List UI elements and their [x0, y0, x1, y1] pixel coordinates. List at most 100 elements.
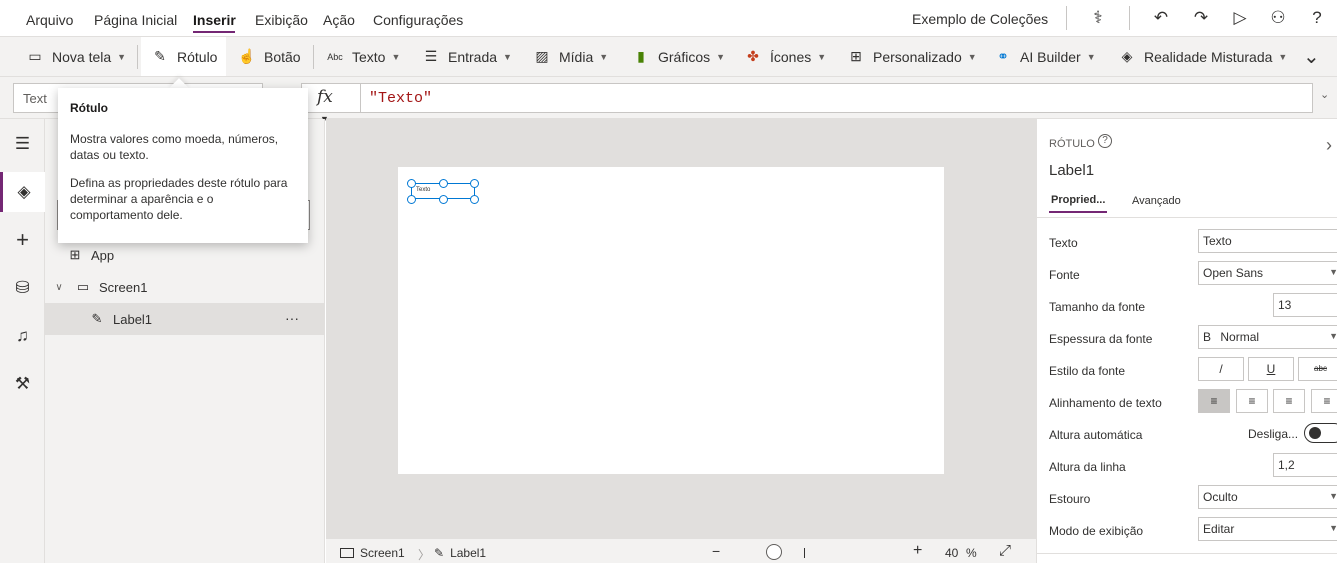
menu-configuracoes[interactable]: Configurações	[373, 12, 463, 28]
prop-fonte-value: Open Sans	[1203, 266, 1264, 280]
label-edit-icon: ✎	[434, 546, 445, 560]
data-cylinder-icon[interactable]: ⛁	[0, 268, 45, 308]
chevron-down-icon: ▼	[1329, 267, 1337, 277]
resize-handle[interactable]	[470, 195, 479, 204]
menu-inserir[interactable]: Inserir	[193, 12, 236, 28]
italic-button[interactable]: /	[1198, 357, 1244, 381]
font-weight-icon: B	[1203, 330, 1212, 344]
align-right-icon: ≡	[1285, 394, 1293, 408]
zoom-slider-tick	[804, 548, 805, 558]
align-left-icon: ≡	[1210, 394, 1218, 408]
strikethrough-button[interactable]: abc	[1298, 357, 1337, 381]
chevron-down-icon: ▼	[716, 51, 726, 62]
botao-button[interactable]: ☝ Botão	[238, 37, 300, 76]
prop-altura-linha-input[interactable]: 1,2	[1273, 453, 1337, 477]
label-edit-icon: ✎	[154, 48, 166, 64]
align-center-icon: ≡	[1248, 394, 1256, 408]
tab-properties[interactable]: Propried...	[1051, 194, 1105, 206]
align-left-button[interactable]: ≡	[1198, 389, 1230, 413]
help-icon[interactable]: ?	[1098, 134, 1112, 148]
menu-pagina-inicial[interactable]: Página Inicial	[94, 12, 177, 28]
tree-item-app[interactable]: ⊞ App	[45, 239, 325, 271]
prop-fonte-dropdown[interactable]: Open Sans ▼	[1198, 261, 1337, 285]
prop-espessura-label: Espessura da fonte	[1049, 332, 1153, 346]
app-checker-icon[interactable]: ⚕	[1088, 8, 1108, 28]
more-options-icon[interactable]: ···	[285, 310, 299, 326]
app-grid-icon: ⊞	[69, 247, 81, 262]
label-control-text: Texto	[416, 187, 431, 193]
divider	[1037, 553, 1337, 554]
button-cursor-icon: ☝	[238, 48, 256, 64]
tree-item-app-label: App	[91, 247, 115, 263]
entrada-label: Entrada	[448, 48, 498, 65]
align-justify-button[interactable]: ≡	[1311, 389, 1337, 413]
ribbon-more-button[interactable]: ⌄	[1303, 37, 1320, 76]
zoom-in-button[interactable]: +	[913, 542, 922, 560]
menu-acao[interactable]: Ação	[323, 12, 355, 28]
personalizado-button[interactable]: ⊞ Personalizado ▼	[847, 37, 977, 76]
resize-handle[interactable]	[407, 179, 416, 188]
rotulo-button[interactable]: ✎ Rótulo	[141, 37, 226, 76]
redo-icon[interactable]: ↷	[1191, 8, 1211, 28]
chevron-down-icon: ▼	[1329, 491, 1337, 501]
prop-tamanho-input[interactable]: 13	[1273, 293, 1337, 317]
menu-arquivo[interactable]: Arquivo	[26, 12, 73, 28]
prop-estouro-label: Estouro	[1049, 492, 1091, 506]
chevron-down-icon: ▼	[817, 51, 827, 62]
help-icon[interactable]: ?	[1307, 8, 1327, 28]
share-user-icon[interactable]: ⚇	[1268, 8, 1288, 28]
entrada-button[interactable]: ☰ Entrada ▼	[422, 37, 512, 76]
control-name[interactable]: Label1	[1049, 162, 1094, 179]
hamburger-icon[interactable]: ☰	[0, 124, 45, 164]
chevron-down-icon: ▼	[503, 51, 512, 62]
resize-handle[interactable]	[439, 195, 448, 204]
advanced-tools-icon[interactable]: ⚒	[0, 364, 45, 404]
undo-icon[interactable]: ↶	[1151, 8, 1171, 28]
prop-modo-value: Editar	[1203, 522, 1235, 536]
tooltip-title: Rótulo	[70, 101, 108, 115]
chevron-down-icon: ▼	[391, 51, 401, 62]
formula-input[interactable]: "Texto"	[360, 83, 1313, 113]
prop-espessura-value: Normal	[1220, 330, 1260, 344]
prop-modo-dropdown[interactable]: Editar ▼	[1198, 517, 1337, 541]
tree-view-layers-icon[interactable]: ◈	[0, 172, 45, 212]
align-center-button[interactable]: ≡	[1236, 389, 1268, 413]
zoom-slider-thumb[interactable]	[766, 544, 782, 560]
zoom-out-button[interactable]: −	[712, 543, 720, 559]
tree-item-screen1[interactable]: ∨ ▭ Screen1	[45, 271, 325, 303]
icones-button[interactable]: ✤ Ícones ▼	[744, 37, 826, 76]
insert-plus-icon[interactable]: +	[0, 220, 45, 260]
nova-tela-button[interactable]: ▭ Nova tela ▼	[26, 37, 126, 76]
realidade-misturada-button[interactable]: ◈ Realidade Misturada ▼	[1118, 37, 1288, 76]
breadcrumb-screen1[interactable]: Screen1	[340, 546, 405, 560]
expand-formula-icon[interactable]: ⌄	[1320, 88, 1329, 101]
texto-button[interactable]: Abc Texto ▼	[326, 37, 400, 76]
menu-exibicao[interactable]: Exibição	[255, 12, 308, 28]
prop-espessura-dropdown[interactable]: B Normal ▼	[1198, 325, 1337, 349]
fx-button[interactable]: fx ▼	[301, 83, 361, 124]
fit-to-window-icon[interactable]: ⤢	[999, 542, 1011, 559]
resize-handle[interactable]	[439, 179, 448, 188]
resize-handle[interactable]	[407, 195, 416, 204]
app-screen[interactable]: Texto	[398, 167, 944, 474]
prop-texto-input[interactable]: Texto	[1198, 229, 1337, 253]
underline-button[interactable]: U	[1248, 357, 1294, 381]
tree-item-screen1-label: Screen1	[99, 279, 148, 295]
tree-item-label1[interactable]: ✎ Label1 ···	[45, 303, 325, 335]
media-icon[interactable]: ♫	[0, 316, 45, 356]
prop-estouro-dropdown[interactable]: Oculto ▼	[1198, 485, 1337, 509]
tab-advanced[interactable]: Avançado	[1132, 195, 1181, 207]
media-image-icon: ▨	[535, 48, 549, 64]
align-right-button[interactable]: ≡	[1273, 389, 1305, 413]
close-panel-icon[interactable]: ›	[1326, 135, 1332, 156]
breadcrumb-label1[interactable]: ✎ Label1	[434, 546, 486, 560]
tree-item-label1-label: Label1	[113, 311, 153, 327]
insert-ribbon: ▭ Nova tela ▼ ✎ Rótulo ☝ Botão Abc Texto…	[0, 37, 1337, 77]
graficos-button[interactable]: ▮ Gráficos ▼	[632, 37, 725, 76]
prop-modo-label: Modo de exibição	[1049, 524, 1144, 538]
midia-button[interactable]: ▨ Mídia ▼	[533, 37, 608, 76]
resize-handle[interactable]	[470, 179, 479, 188]
play-icon[interactable]: ▷	[1230, 8, 1250, 28]
altura-auto-toggle[interactable]	[1304, 423, 1337, 443]
ai-builder-button[interactable]: ⚭ AI Builder ▼	[994, 37, 1096, 76]
